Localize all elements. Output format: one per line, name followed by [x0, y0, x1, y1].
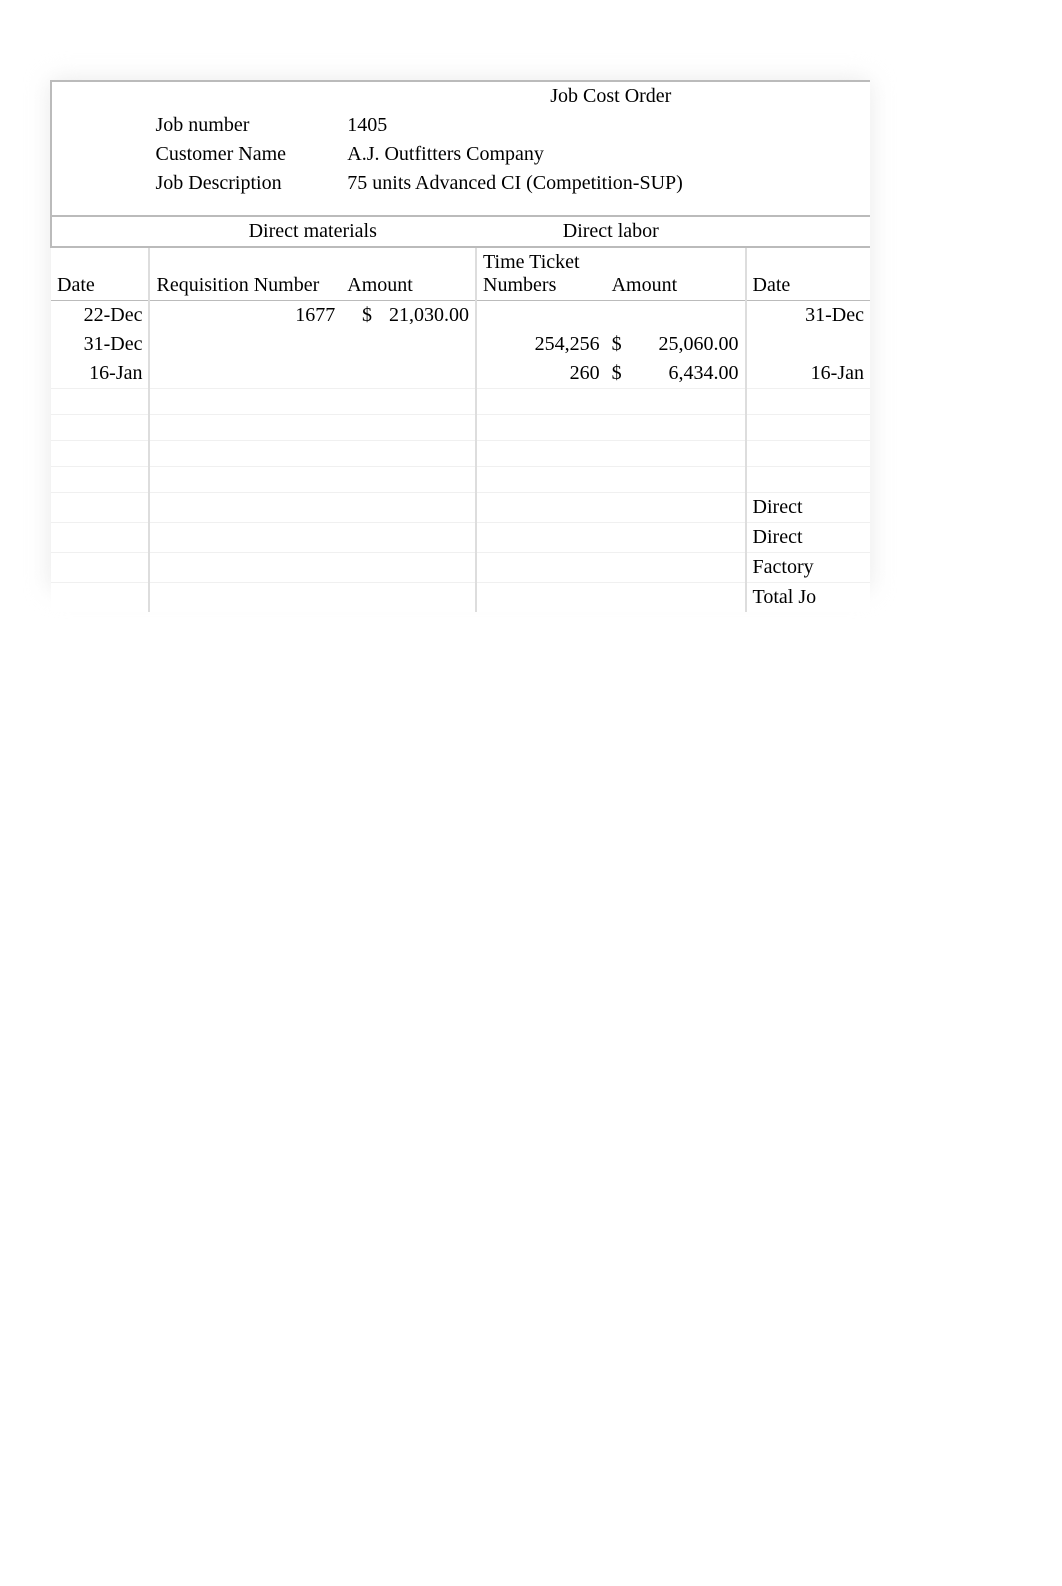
cell-date2: 31-Dec	[746, 301, 870, 331]
cell-ticket	[476, 301, 606, 331]
customer-label: Customer Name	[149, 140, 341, 169]
cell-dm-amount: $ 21,030.00	[341, 301, 476, 331]
col-requisition: Requisition Number	[149, 247, 341, 301]
cell-dl-amount: 25,060.00	[632, 330, 746, 359]
cell-req	[149, 330, 341, 359]
document-title: Job Cost Order	[476, 81, 746, 111]
summary-factory: Factory	[746, 553, 870, 583]
cell-ticket: 254,256	[476, 330, 606, 359]
cell-date2: 16-Jan	[746, 359, 870, 389]
direct-labor-heading: Direct labor	[476, 216, 746, 247]
summary-direct-1: Direct	[746, 493, 870, 523]
table-row: 16-Jan 260 $ 6,434.00 16-Jan	[51, 359, 870, 389]
cell-dl-cur	[606, 301, 632, 331]
cell-ticket: 260	[476, 359, 606, 389]
customer-value: A.J. Outfitters Company	[341, 140, 745, 169]
table-row: 31-Dec 254,256 $ 25,060.00	[51, 330, 870, 359]
cell-req	[149, 359, 341, 389]
col-ticket: Time Ticket Numbers	[476, 247, 606, 301]
col-date2: Date	[746, 247, 870, 301]
cell-dl-amount	[632, 301, 746, 331]
direct-materials-heading: Direct materials	[149, 216, 476, 247]
col-date: Date	[51, 247, 149, 301]
cell-date: 31-Dec	[51, 330, 149, 359]
cell-dm-amount	[341, 359, 476, 389]
cell-dm-amount	[341, 330, 476, 359]
cell-date: 16-Jan	[51, 359, 149, 389]
cell-dl-cur: $	[606, 330, 632, 359]
summary-direct-2: Direct	[746, 523, 870, 553]
cell-dl-amount: 6,434.00	[632, 359, 746, 389]
description-label: Job Description	[149, 169, 341, 198]
col-dl-amount: Amount	[606, 247, 746, 301]
cell-date: 22-Dec	[51, 301, 149, 331]
description-value: 75 units Advanced CI (Competition-SUP)	[341, 169, 745, 198]
table-row: 22-Dec 1677 $ 21,030.00 31-Dec	[51, 301, 870, 331]
job-number-label: Job number	[149, 111, 341, 140]
cell-dl-cur: $	[606, 359, 632, 389]
job-number-value: 1405	[341, 111, 745, 140]
cell-req: 1677	[149, 301, 341, 331]
summary-total: Total Jo	[746, 583, 870, 613]
cell-date2	[746, 330, 870, 359]
col-dm-amount: Amount	[341, 247, 476, 301]
job-cost-table: Job Cost Order Job number 1405 Customer …	[50, 80, 870, 612]
